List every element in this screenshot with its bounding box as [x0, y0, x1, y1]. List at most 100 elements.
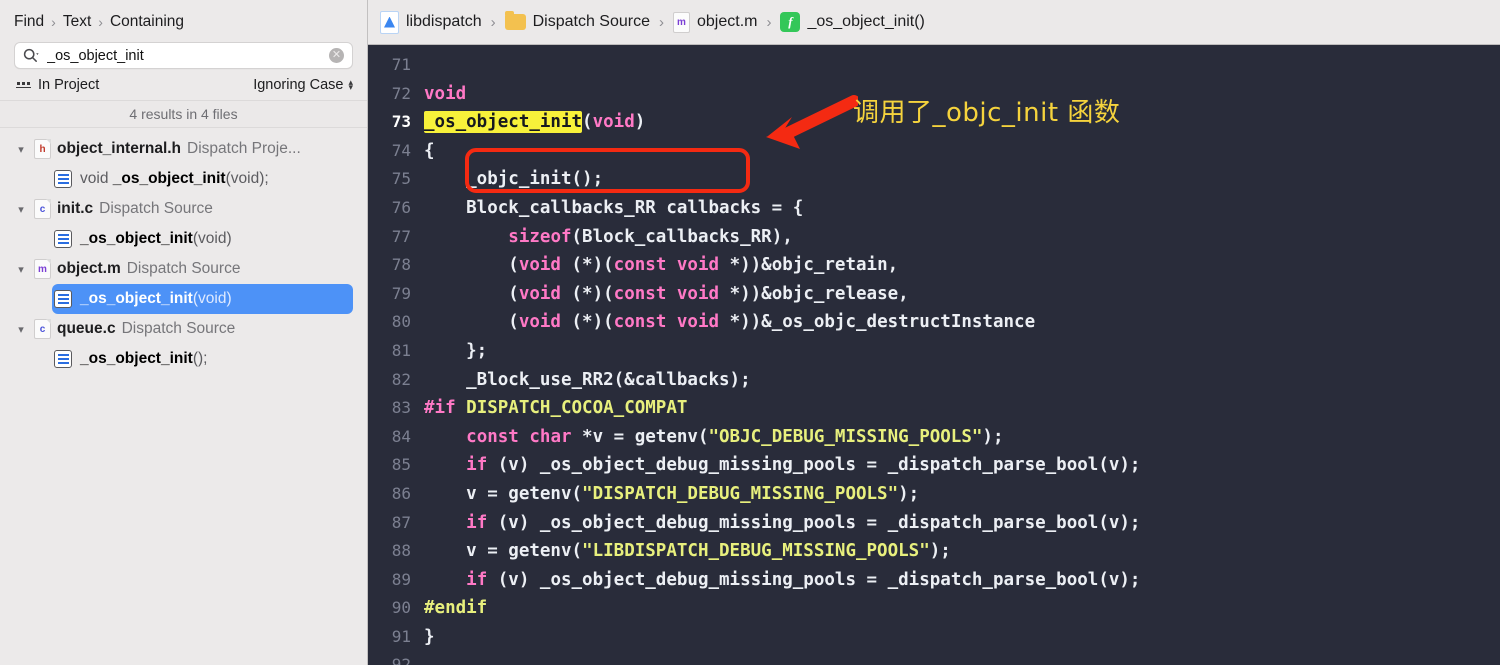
code-line[interactable]: 80 (void (*)(const void *))&_os_objc_des…	[368, 308, 1500, 337]
code-line-text: _objc_init();	[424, 169, 604, 190]
result-file-row[interactable]: ▾ c queue.c Dispatch Source	[0, 314, 367, 344]
source-editor[interactable]: 71 72 void 73 _os_object_init(void) 74 {…	[368, 45, 1500, 665]
search-field[interactable]: ✕	[14, 42, 353, 69]
code-line[interactable]: 83 #if DISPATCH_COCOA_COMPAT	[368, 394, 1500, 423]
result-file-location: Dispatch Proje...	[187, 140, 301, 157]
jump-bar-item-file[interactable]: m object.m	[673, 11, 758, 33]
chevron-down-icon[interactable]: ▾	[14, 143, 28, 156]
match-lines-icon	[54, 290, 72, 308]
result-match-text: void _os_object_init(void);	[80, 170, 269, 187]
line-number: 74	[391, 140, 411, 160]
result-match-row[interactable]: _os_object_init(void)	[52, 224, 353, 254]
code-line[interactable]: 87 if (v) _os_object_debug_missing_pools…	[368, 509, 1500, 538]
chevron-down-icon[interactable]: ▾	[14, 263, 28, 276]
jump-bar-label: object.m	[697, 13, 758, 30]
search-scope-control[interactable]: In Project	[16, 77, 99, 93]
result-file-row[interactable]: ▾ m object.m Dispatch Source	[0, 254, 367, 284]
search-highlight: _os_object_init	[424, 111, 583, 134]
jump-bar-item-symbol[interactable]: f _os_object_init()	[780, 12, 925, 32]
chevron-down-icon[interactable]: ▾	[14, 203, 28, 216]
result-match-row[interactable]: _os_object_init();	[52, 344, 353, 374]
line-number: 85	[391, 455, 411, 475]
search-results-list[interactable]: ▾ h object_internal.h Dispatch Proje... …	[0, 128, 367, 665]
result-match-row-selected[interactable]: _os_object_init(void)	[52, 284, 353, 314]
result-file-name: queue.c	[57, 320, 116, 337]
c-file-icon: c	[34, 319, 51, 339]
breadcrumb-find[interactable]: Find	[14, 13, 44, 31]
code-line[interactable]: 78 (void (*)(const void *))&objc_retain,	[368, 251, 1500, 280]
line-number: 76	[391, 197, 411, 217]
result-file-name: object.m	[57, 260, 121, 277]
code-line[interactable]: 79 (void (*)(const void *))&objc_release…	[368, 280, 1500, 309]
code-line[interactable]: 85 if (v) _os_object_debug_missing_pools…	[368, 451, 1500, 480]
jump-bar-separator-icon: ›	[490, 13, 496, 31]
breadcrumb-text[interactable]: Text	[63, 13, 91, 31]
code-line-text: (void (*)(const void *))&objc_retain,	[424, 255, 899, 276]
line-number: 71	[391, 55, 411, 74]
find-navigator: Find › Text › Containing ✕	[0, 0, 368, 665]
folder-icon	[504, 11, 526, 30]
code-line[interactable]: 84 const char *v = getenv("OBJC_DEBUG_MI…	[368, 423, 1500, 452]
code-line-text: if (v) _os_object_debug_missing_pools = …	[466, 512, 1141, 533]
line-number: 89	[391, 569, 411, 589]
jump-bar-label: _os_object_init()	[807, 13, 925, 30]
result-file-row[interactable]: ▾ h object_internal.h Dispatch Proje...	[0, 134, 367, 164]
find-breadcrumb: Find › Text › Containing	[0, 0, 367, 38]
code-line[interactable]: 88 v = getenv("LIBDISPATCH_DEBUG_MISSING…	[368, 537, 1500, 566]
jump-bar-separator-icon: ›	[766, 13, 772, 31]
case-sensitivity-popup[interactable]: Ignoring Case ▴ ▾	[253, 77, 353, 93]
code-line-text: const char *v = getenv("OBJC_DEBUG_MISSI…	[466, 426, 1004, 447]
scope-icon	[16, 81, 31, 89]
result-file-row[interactable]: ▾ c init.c Dispatch Source	[0, 194, 367, 224]
line-number: 83	[391, 398, 411, 418]
breadcrumb-separator-icon: ›	[51, 14, 56, 30]
editor-pane: libdispatch › Dispatch Source › m object…	[368, 0, 1500, 665]
code-line-text: {	[424, 140, 435, 161]
code-line-text: (void (*)(const void *))&objc_release,	[424, 283, 909, 304]
code-line[interactable]: 91 }	[368, 623, 1500, 652]
line-number: 91	[391, 626, 411, 646]
clear-search-icon[interactable]: ✕	[329, 48, 344, 63]
code-line-text: (void (*)(const void *))&_os_objc_destru…	[424, 312, 1036, 333]
code-line[interactable]: 75 _objc_init();	[368, 165, 1500, 194]
code-line[interactable]: 76 Block_callbacks_RR callbacks = {	[368, 194, 1500, 223]
code-line-text: _Block_use_RR2(&callbacks);	[424, 369, 751, 390]
line-number: 78	[391, 255, 411, 275]
result-match-row[interactable]: void _os_object_init(void);	[52, 164, 353, 194]
project-icon	[380, 10, 399, 34]
chevron-down-icon[interactable]: ▾	[14, 323, 28, 336]
breadcrumb-containing[interactable]: Containing	[110, 13, 184, 31]
code-line-text: }	[424, 626, 435, 647]
code-line[interactable]: 89 if (v) _os_object_debug_missing_pools…	[368, 566, 1500, 595]
code-line[interactable]: 82 _Block_use_RR2(&callbacks);	[368, 366, 1500, 395]
line-number: 82	[391, 369, 411, 389]
code-line-text: };	[424, 340, 488, 361]
code-line[interactable]: 74 {	[368, 137, 1500, 166]
line-number: 81	[391, 340, 411, 360]
line-number: 90	[391, 598, 411, 618]
code-line[interactable]: 77 sizeof(Block_callbacks_RR),	[368, 223, 1500, 252]
code-line[interactable]: 92	[368, 651, 1500, 665]
code-line-text: if (v) _os_object_debug_missing_pools = …	[466, 455, 1141, 476]
line-number: 77	[391, 226, 411, 246]
code-line-text: Block_callbacks_RR callbacks = {	[424, 197, 804, 218]
code-line[interactable]: 90 #endif	[368, 594, 1500, 623]
objc-file-icon: m	[673, 11, 690, 33]
annotation-text: 调用了_objc_init 函数	[853, 98, 1121, 128]
code-line-text: v = getenv("LIBDISPATCH_DEBUG_MISSING_PO…	[424, 541, 951, 562]
code-line[interactable]: 71	[368, 51, 1500, 80]
jump-bar-item-project[interactable]: libdispatch	[380, 10, 482, 34]
search-input[interactable]	[47, 47, 329, 64]
search-icon[interactable]	[23, 48, 40, 63]
jump-bar-label: libdispatch	[406, 13, 482, 30]
code-line[interactable]: 81 };	[368, 337, 1500, 366]
code-line[interactable]: 86 v = getenv("DISPATCH_DEBUG_MISSING_PO…	[368, 480, 1500, 509]
editor-jump-bar: libdispatch › Dispatch Source › m object…	[368, 0, 1500, 45]
jump-bar-item-folder[interactable]: Dispatch Source	[504, 11, 650, 31]
line-number: 72	[391, 83, 411, 103]
result-file-name: init.c	[57, 200, 94, 217]
line-number: 86	[391, 483, 411, 503]
code-line-text: #if DISPATCH_COCOA_COMPAT	[424, 398, 688, 419]
result-match-text: _os_object_init();	[80, 350, 208, 367]
search-row: ✕	[0, 38, 367, 69]
